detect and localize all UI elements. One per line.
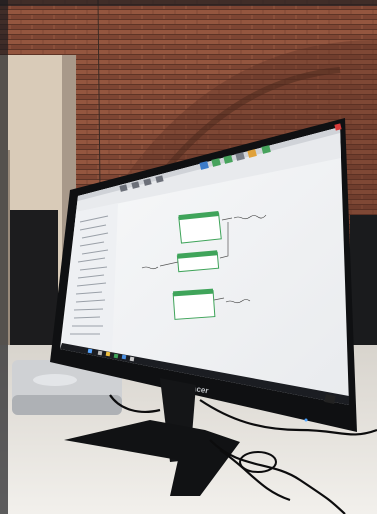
top-edge xyxy=(0,0,377,6)
flow-node-1[interactable] xyxy=(178,210,222,244)
left-edge-shadow xyxy=(0,0,8,514)
back-monitor xyxy=(10,210,58,350)
door-frame xyxy=(8,150,10,350)
photo-scene: acer xyxy=(0,0,377,514)
flow-node-2[interactable] xyxy=(176,250,220,273)
power-led xyxy=(304,418,308,422)
scene-svg: acer xyxy=(0,0,377,514)
right-monitor xyxy=(350,215,377,365)
windows-icon[interactable] xyxy=(87,348,93,354)
flow-node-3[interactable] xyxy=(172,288,216,320)
